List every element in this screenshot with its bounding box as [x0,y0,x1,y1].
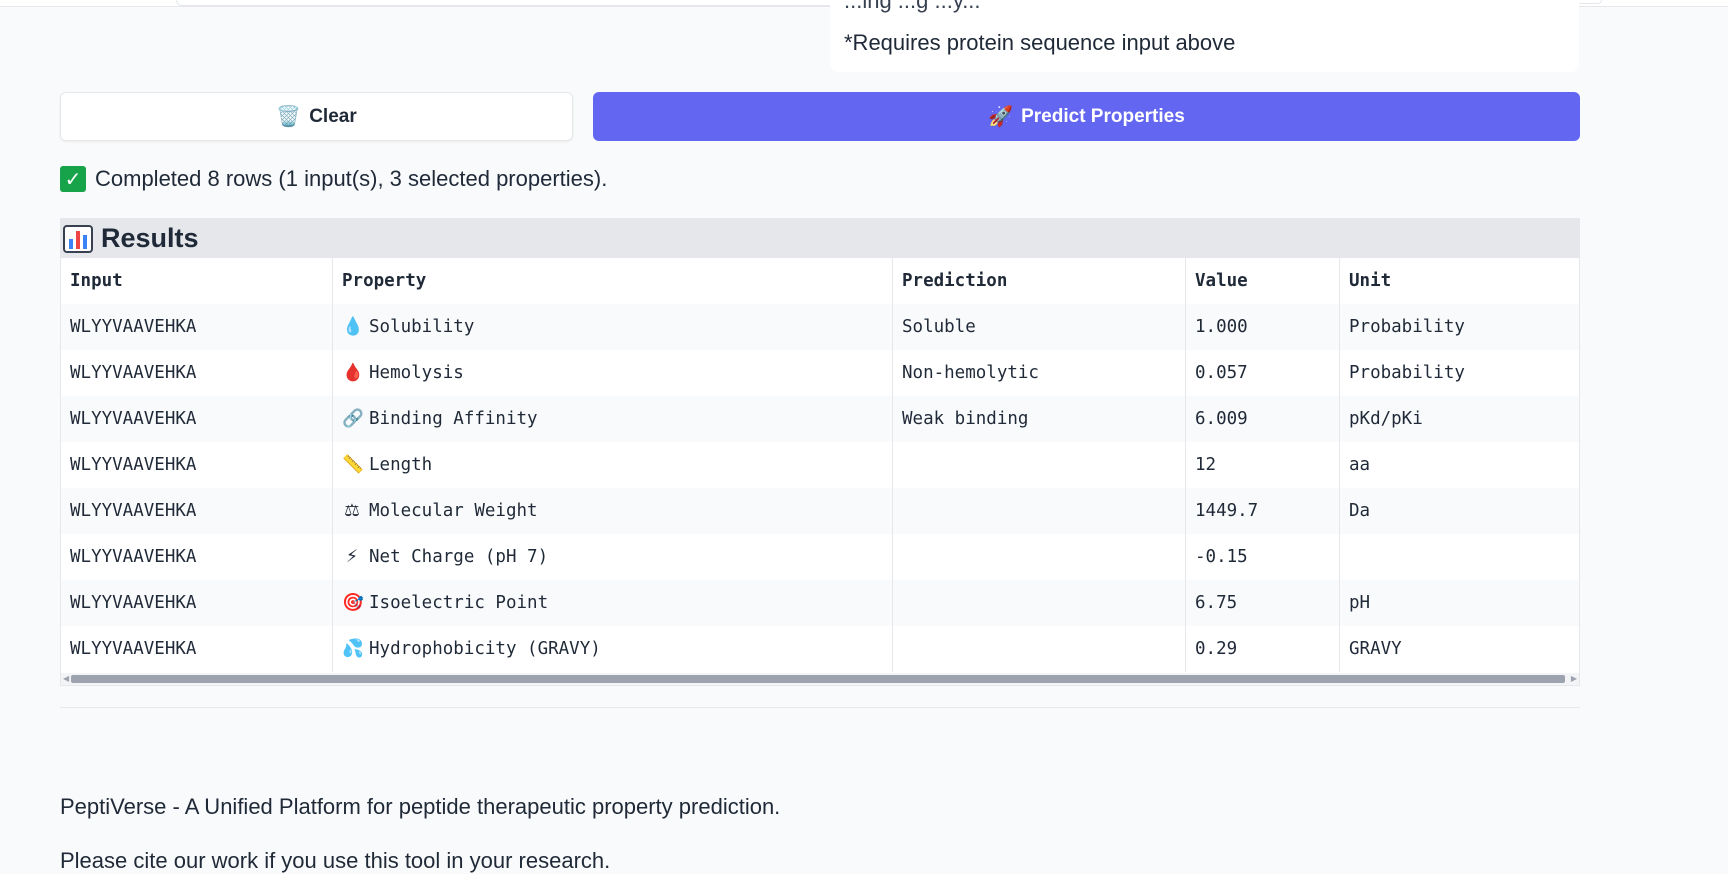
droplet-icon: 💧 [342,317,364,337]
cell-property: ⚖ Molecular Weight [332,488,893,534]
column-header-value[interactable]: Value [1185,258,1340,304]
cell-value: 6.75 [1185,580,1340,626]
property-label: Solubility [369,317,475,337]
status-text: Completed 8 rows (1 input(s), 3 selected… [95,166,608,191]
scroll-left-arrow-icon[interactable]: ◀ [63,674,69,683]
check-icon: ✓ [60,166,86,192]
results-table: Input Property Prediction Value Unit WLY… [61,258,1579,672]
cell-unit: Probability [1339,350,1579,396]
cell-value: 6.009 [1185,396,1340,442]
cell-input: WLYYVAAVEHKA [61,534,333,580]
scales-icon: ⚖ [344,501,360,521]
cell-property: 🎯 Isoelectric Point [332,580,893,626]
target-icon: 🎯 [342,593,364,613]
ruler-icon: 📏 [342,455,364,475]
table-row: WLYYVAAVEHKA ⚖ Molecular Weight 1449.7 Da [61,488,1579,534]
cell-prediction [892,626,1186,672]
table-row: WLYYVAAVEHKA ⚡ Net Charge (pH 7) -0.15 [61,534,1579,580]
property-label: Length [369,455,433,475]
cell-value: 0.29 [1185,626,1340,672]
cell-input: WLYYVAAVEHKA [61,488,333,534]
cell-prediction: Non-hemolytic [892,350,1186,396]
cell-unit: aa [1339,442,1579,488]
cell-property: 🩸 Hemolysis [332,350,893,396]
cell-property: 💧 Solubility [332,304,893,350]
cell-input: WLYYVAAVEHKA [61,580,333,626]
table-row: WLYYVAAVEHKA 💦 Hydrophobicity (GRAVY) 0.2… [61,626,1579,672]
bar-chart-icon [63,224,93,253]
cell-unit: Probability [1339,304,1579,350]
table-header-row: Input Property Prediction Value Unit [61,258,1579,304]
cell-unit [1339,534,1579,580]
predict-properties-button[interactable]: 🚀 Predict Properties [593,92,1580,141]
table-row: WLYYVAAVEHKA 🎯 Isoelectric Point 6.75 pH [61,580,1579,626]
cell-value: 1449.7 [1185,488,1340,534]
table-row: WLYYVAAVEHKA 💧 Solubility Soluble 1.000 P… [61,304,1579,350]
results-panel: Results Input Property Prediction Value … [60,218,1580,686]
cell-value: 12 [1185,442,1340,488]
cell-input: WLYYVAAVEHKA [61,626,333,672]
blood-drop-icon: 🩸 [342,363,364,383]
scroll-right-arrow-icon[interactable]: ▶ [1571,674,1577,683]
horizontal-scrollbar[interactable]: ◀ ▶ [61,673,1579,685]
cell-property: 💦 Hydrophobicity (GRAVY) [332,626,893,672]
property-label: Isoelectric Point [369,593,549,613]
cell-input: WLYYVAAVEHKA [61,442,333,488]
cell-unit: pKd/pKi [1339,396,1579,442]
cell-input: WLYYVAAVEHKA [61,350,333,396]
cell-property: 📏 Length [332,442,893,488]
property-label: Molecular Weight [369,501,538,521]
scrollbar-thumb[interactable] [71,675,1565,683]
requirement-note: *Requires protein sequence input above [844,30,1236,55]
clear-button-label: Clear [309,105,357,127]
cell-unit: Da [1339,488,1579,534]
cell-prediction: Soluble [892,304,1186,350]
note-partial-text: ...ing ...g ...y... [844,0,981,13]
link-icon: 🔗 [342,409,364,429]
property-label: Net Charge (pH 7) [369,547,549,567]
clear-button[interactable]: 🗑️ Clear [60,92,573,141]
cell-value: 1.000 [1185,304,1340,350]
cell-input: WLYYVAAVEHKA [61,396,333,442]
predict-button-label: Predict Properties [1021,105,1185,127]
cell-value: -0.15 [1185,534,1340,580]
divider [60,707,1580,708]
property-label: Hemolysis [369,363,464,383]
property-label: Hydrophobicity (GRAVY) [369,639,601,659]
column-header-property[interactable]: Property [332,258,893,304]
table-row: WLYYVAAVEHKA 📏 Length 12 aa [61,442,1579,488]
table-row: WLYYVAAVEHKA 🔗 Binding Affinity Weak bind… [61,396,1579,442]
table-row: WLYYVAAVEHKA 🩸 Hemolysis Non-hemolytic 0.… [61,350,1579,396]
column-header-input[interactable]: Input [61,258,333,304]
lightning-icon: ⚡ [345,547,359,567]
cell-property: 🔗 Binding Affinity [332,396,893,442]
cell-prediction: Weak binding [892,396,1186,442]
cell-prediction [892,534,1186,580]
footer-description: PeptiVerse - A Unified Platform for pept… [60,794,781,819]
cell-input: WLYYVAAVEHKA [61,304,333,350]
footer-citation-text: Please cite our work if you use this too… [60,848,611,873]
requirement-note-box: ...ing ...g ...y... *Requires protein se… [830,0,1579,72]
results-title: Results [101,223,199,253]
cell-prediction [892,442,1186,488]
results-header: Results [61,219,1579,258]
cell-prediction [892,488,1186,534]
property-label: Binding Affinity [369,409,538,429]
column-header-unit[interactable]: Unit [1339,258,1579,304]
cell-property: ⚡ Net Charge (pH 7) [332,534,893,580]
column-header-prediction[interactable]: Prediction [892,258,1186,304]
status-message: ✓ Completed 8 rows (1 input(s), 3 select… [60,166,607,192]
cell-value: 0.057 [1185,350,1340,396]
cell-unit: pH [1339,580,1579,626]
water-drops-icon: 💦 [342,639,364,659]
cell-prediction [892,580,1186,626]
trash-icon: 🗑️ [276,106,302,128]
cell-unit: GRAVY [1339,626,1579,672]
rocket-icon: 🚀 [988,106,1014,128]
